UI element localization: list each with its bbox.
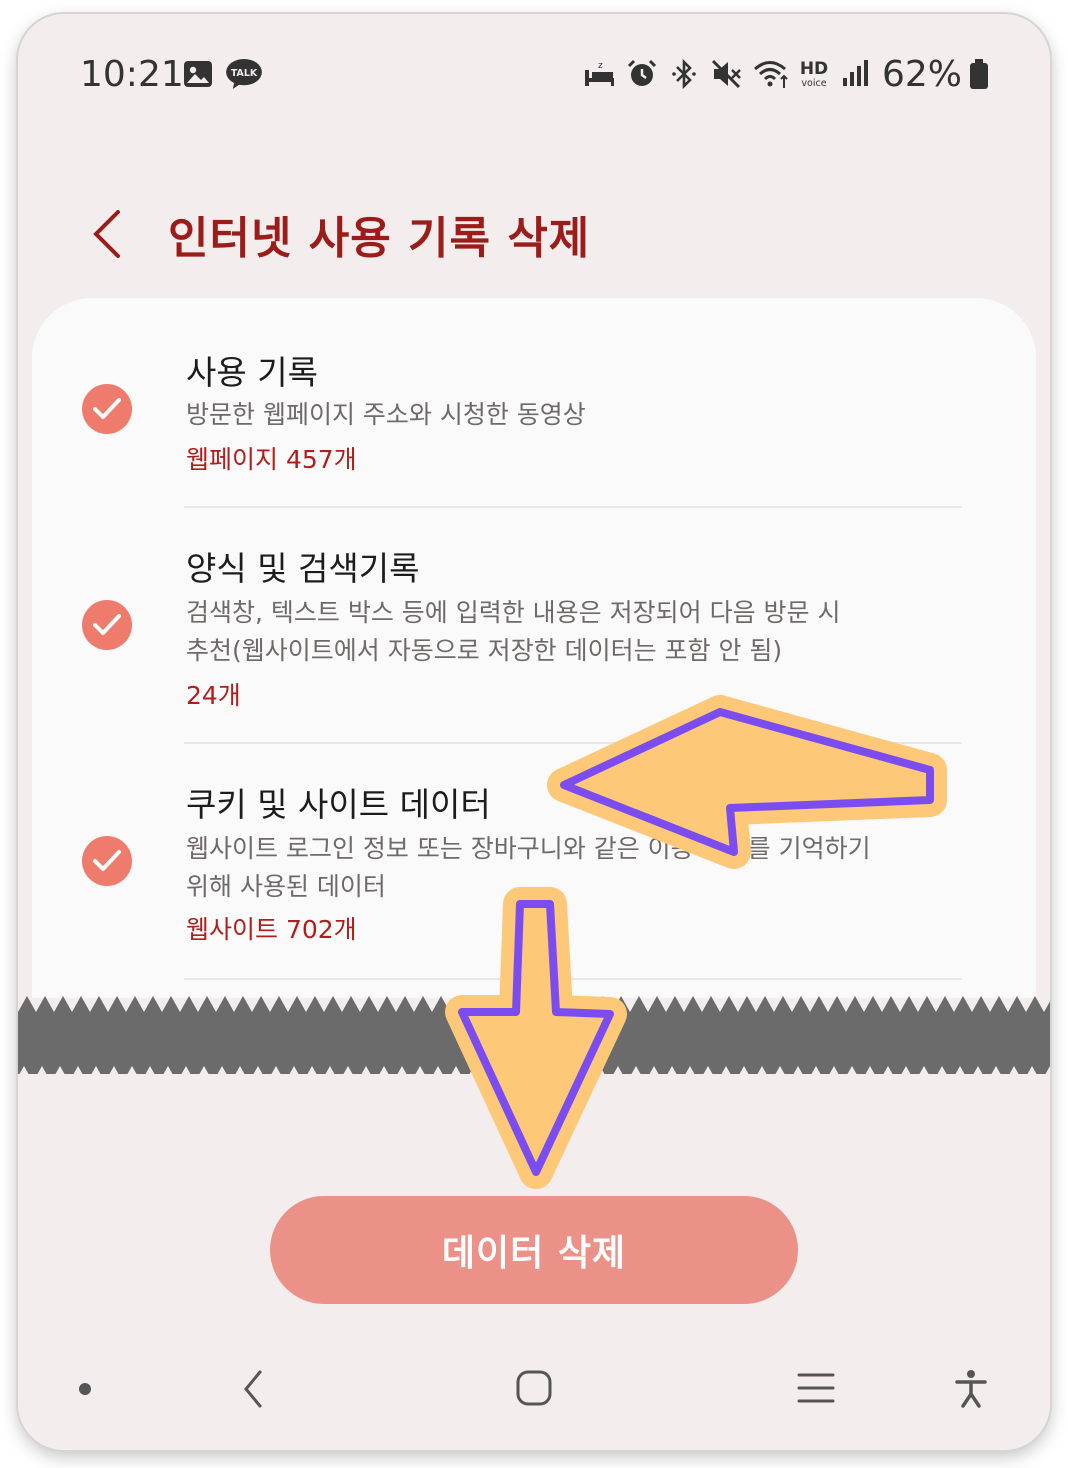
check-icon[interactable] — [82, 836, 132, 886]
bluetooth-icon — [672, 58, 696, 90]
battery-icon — [970, 59, 988, 89]
option-count: 웹페이지 457개 — [186, 445, 357, 474]
divider — [184, 978, 962, 980]
back-icon[interactable] — [238, 1366, 268, 1412]
option-cookies-site-data[interactable]: 쿠키 및 사이트 데이터 웹사이트 로그인 정보 또는 장바구니와 같은 이용 … — [32, 744, 1036, 980]
home-icon[interactable] — [514, 1368, 554, 1408]
navigation-bar — [18, 1344, 1050, 1434]
status-bar: 10:21 TALK z HD voice 62% — [18, 14, 1050, 134]
option-description: 위해 사용된 데이터 — [186, 872, 386, 901]
option-title: 양식 및 검색기록 — [186, 549, 420, 588]
svg-text:z: z — [598, 61, 603, 71]
alarm-icon — [627, 59, 657, 86]
check-icon[interactable] — [82, 384, 132, 434]
option-description: 검색창, 텍스트 박스 등에 입력한 내용은 저장되어 다음 방문 시 — [186, 598, 841, 627]
status-time: 10:21 — [80, 54, 184, 95]
phone-screen: 10:21 TALK z HD voice 62% 인터넷 사용 기록 삭제 사… — [18, 14, 1050, 1450]
option-form-search-history[interactable]: 양식 및 검색기록 검색창, 텍스트 박스 등에 입력한 내용은 저장되어 다음… — [32, 508, 1036, 744]
wifi-icon — [754, 61, 788, 88]
option-description: 추천(웹사이트에서 자동으로 저장한 데이터는 포함 안 됨) — [186, 636, 783, 665]
option-title: 쿠키 및 사이트 데이터 — [186, 785, 491, 824]
hd-voice-icon: HD voice — [800, 59, 828, 89]
option-title: 사용 기록 — [186, 353, 318, 392]
svg-text:voice: voice — [801, 78, 826, 89]
svg-text:HD: HD — [800, 59, 828, 79]
option-description: 웹사이트 로그인 정보 또는 장바구니와 같은 이용 정보를 기억하기 — [186, 834, 871, 863]
mute-icon — [711, 59, 741, 89]
page-title: 인터넷 사용 기록 삭제 — [168, 213, 591, 264]
gallery-icon — [184, 61, 212, 87]
zigzag-cut — [18, 996, 1050, 1082]
recent-apps-icon[interactable] — [796, 1370, 836, 1406]
delete-data-button[interactable]: 데이터 삭제 — [270, 1196, 798, 1304]
options-card: 사용 기록 방문한 웹페이지 주소와 시청한 동영상 웹페이지 457개 양식 … — [32, 298, 1036, 998]
battery-percent: 62% — [882, 54, 963, 95]
check-icon[interactable] — [82, 600, 132, 650]
dot-icon — [79, 1383, 91, 1395]
option-description: 방문한 웹페이지 주소와 시청한 동영상 — [186, 400, 586, 429]
svg-text:TALK: TALK — [231, 68, 258, 79]
sleep-mode-icon: z — [585, 61, 614, 86]
option-browsing-history[interactable]: 사용 기록 방문한 웹페이지 주소와 시청한 동영상 웹페이지 457개 — [32, 298, 1036, 508]
chevron-left-icon[interactable] — [84, 204, 128, 264]
page-header: 인터넷 사용 기록 삭제 — [18, 164, 1050, 284]
option-count: 24개 — [186, 681, 241, 710]
accessibility-icon[interactable] — [954, 1368, 988, 1408]
option-count: 웹사이트 702개 — [186, 915, 357, 944]
kakaotalk-icon: TALK — [226, 58, 262, 90]
signal-icon — [843, 60, 868, 86]
